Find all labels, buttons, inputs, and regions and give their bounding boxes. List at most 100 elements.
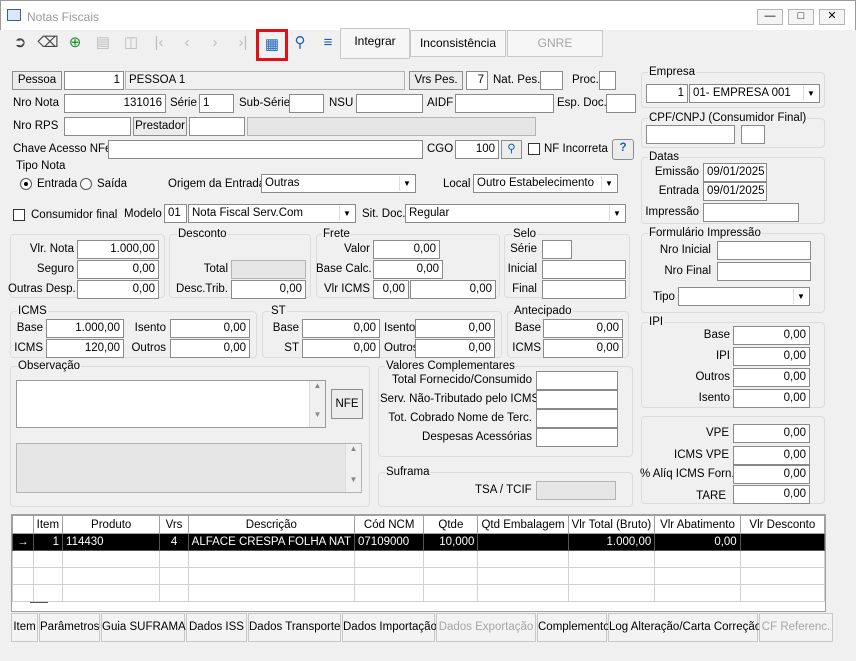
table-cell[interactable]	[423, 567, 479, 585]
grid-header-7[interactable]: Qtd Embalagem	[477, 515, 569, 534]
grid-header-6[interactable]: Qtde	[423, 515, 479, 534]
ipi-ipi-field[interactable]: 0,00	[733, 347, 810, 366]
selo-inicial-field[interactable]	[542, 260, 626, 279]
tab-7[interactable]: Complemento	[537, 613, 610, 642]
table-cell[interactable]	[12, 584, 34, 602]
serv-nao-tributado-field[interactable]	[536, 390, 618, 409]
despesas-acessorias-field[interactable]	[536, 428, 618, 447]
table-cell[interactable]: ALFACE CRESPA FOLHA NAT	[187, 533, 356, 551]
observacao-textarea[interactable]: ▲ ▼	[16, 380, 326, 428]
frete-base-field[interactable]: 0,00	[373, 260, 443, 279]
table-cell[interactable]	[159, 584, 189, 602]
table-icon[interactable]: ▦	[256, 29, 288, 61]
selo-final-field[interactable]	[542, 280, 626, 299]
maximize-button[interactable]: □	[788, 9, 814, 25]
entrada-radio[interactable]	[20, 178, 32, 190]
tab-6[interactable]: Dados Exportação	[436, 613, 536, 642]
tipo-select[interactable]: ▼	[678, 287, 810, 306]
observacao-nfe-scrollbar[interactable]: ▲ ▼	[345, 444, 361, 492]
tab-2[interactable]: Guia SUFRAMA	[101, 613, 186, 642]
items-grid[interactable]: Item Produto Vrs Descrição Cód NCM Qtde Qtd Em…	[11, 514, 826, 612]
icms-vpe-field[interactable]: 0,00	[733, 446, 810, 465]
observacao-scrollbar[interactable]: ▲ ▼	[309, 381, 325, 427]
table-cell[interactable]	[354, 550, 425, 568]
inconsistencia-button[interactable]: Inconsistência	[410, 30, 506, 57]
cpf-field[interactable]	[646, 125, 735, 144]
table-row-empty[interactable]	[12, 584, 825, 602]
tab-1[interactable]: Parâmetros	[39, 613, 100, 642]
table-cell[interactable]: 0,00	[654, 533, 741, 551]
tab-9[interactable]: CF Referenc.	[759, 613, 833, 642]
icms-isento-field[interactable]: 0,00	[170, 319, 250, 338]
add-icon[interactable]: ⊕	[63, 32, 87, 56]
ipi-outros-field[interactable]: 0,00	[733, 368, 810, 387]
empresa-select[interactable]: 01- EMPRESA 001 ▼	[689, 84, 820, 103]
outras-desp-field[interactable]: 0,00	[77, 280, 159, 299]
table-cell[interactable]	[477, 533, 569, 551]
nro-inicial-field[interactable]	[717, 241, 811, 260]
grid-header-10[interactable]: Vlr Desconto	[739, 515, 825, 534]
grid-header-5[interactable]: Cód NCM	[354, 515, 425, 534]
table-cell[interactable]	[423, 584, 479, 602]
table-cell[interactable]: 1	[32, 533, 64, 551]
table-cell[interactable]	[12, 567, 34, 585]
table-cell[interactable]	[62, 567, 161, 585]
search-icon[interactable]: ⚲	[288, 32, 312, 56]
nro-final-field[interactable]	[717, 262, 811, 281]
table-cell[interactable]	[477, 550, 569, 568]
table-cell[interactable]	[32, 567, 64, 585]
total-fornecido-field[interactable]	[536, 371, 618, 390]
table-cell[interactable]	[477, 584, 569, 602]
empresa-code-field[interactable]: 1	[646, 84, 688, 103]
grid-header-9[interactable]: Vlr Abatimento	[654, 515, 741, 534]
table-cell[interactable]	[187, 567, 356, 585]
cpf-digit-field[interactable]	[741, 125, 765, 144]
origem-select[interactable]: Outras ▼	[261, 174, 416, 193]
table-cell[interactable]	[567, 550, 656, 568]
icms-icms-field[interactable]: 120,00	[46, 339, 124, 358]
icms-outros-field[interactable]: 0,00	[170, 339, 250, 358]
table-cell[interactable]	[159, 567, 189, 585]
nro-rps-field[interactable]	[64, 117, 131, 136]
table-row[interactable]: → 1 114430 4 ALFACE CRESPA FOLHA NAT 0710900…	[12, 533, 825, 551]
table-cell[interactable]	[654, 567, 741, 585]
table-cell[interactable]	[567, 584, 656, 602]
integrar-button[interactable]: Integrar	[340, 28, 410, 59]
vlr-nota-field[interactable]: 1.000,00	[77, 240, 159, 259]
scroll-down-icon[interactable]: ▼	[310, 410, 325, 419]
chave-nfe-field[interactable]	[108, 140, 423, 159]
aliq-icms-field[interactable]: 0,00	[733, 465, 810, 484]
aidf-field[interactable]	[455, 94, 554, 113]
ipi-isento-field[interactable]: 0,00	[733, 389, 810, 408]
antecipado-base-field[interactable]: 0,00	[543, 319, 623, 338]
grid-header-3[interactable]: Vrs	[159, 515, 189, 534]
esp-doc-field[interactable]	[606, 94, 636, 113]
delete-icon[interactable]: ◫	[119, 32, 143, 56]
next-record-icon[interactable]: ›	[203, 32, 227, 56]
prestador-code-field[interactable]	[189, 117, 245, 136]
table-cell[interactable]	[187, 584, 356, 602]
modelo-select[interactable]: Nota Fiscal Serv.Com ▼	[188, 204, 356, 223]
vpe-field[interactable]: 0,00	[733, 424, 810, 443]
vrs-pes-button[interactable]: Vrs Pes.	[409, 71, 463, 90]
nro-nota-field[interactable]: 131016	[64, 94, 166, 113]
table-cell[interactable]	[739, 533, 825, 551]
table-cell[interactable]	[477, 567, 569, 585]
st-outros-field[interactable]: 0,00	[415, 339, 495, 358]
table-row-empty[interactable]	[12, 550, 825, 568]
tab-4[interactable]: Dados Transporte	[248, 613, 341, 642]
scroll-down-icon[interactable]: ▼	[346, 475, 361, 484]
cgo-search-icon[interactable]: ⚲	[501, 140, 522, 159]
scroll-up-icon[interactable]: ▲	[310, 381, 325, 390]
selo-serie-field[interactable]	[542, 240, 572, 259]
frete-icms-b-field[interactable]: 0,00	[410, 280, 496, 299]
table-cell[interactable]	[159, 550, 189, 568]
table-cell[interactable]	[32, 550, 64, 568]
st-base-field[interactable]: 0,00	[302, 319, 380, 338]
emissao-field[interactable]: 09/01/2025	[703, 163, 767, 182]
saida-radio[interactable]	[80, 178, 92, 190]
entrada-date-field[interactable]: 09/01/2025	[703, 182, 767, 201]
eraser-icon[interactable]: ⌫	[36, 32, 60, 56]
modelo-code-field[interactable]: 01	[164, 204, 187, 223]
table-cell[interactable]	[654, 584, 741, 602]
